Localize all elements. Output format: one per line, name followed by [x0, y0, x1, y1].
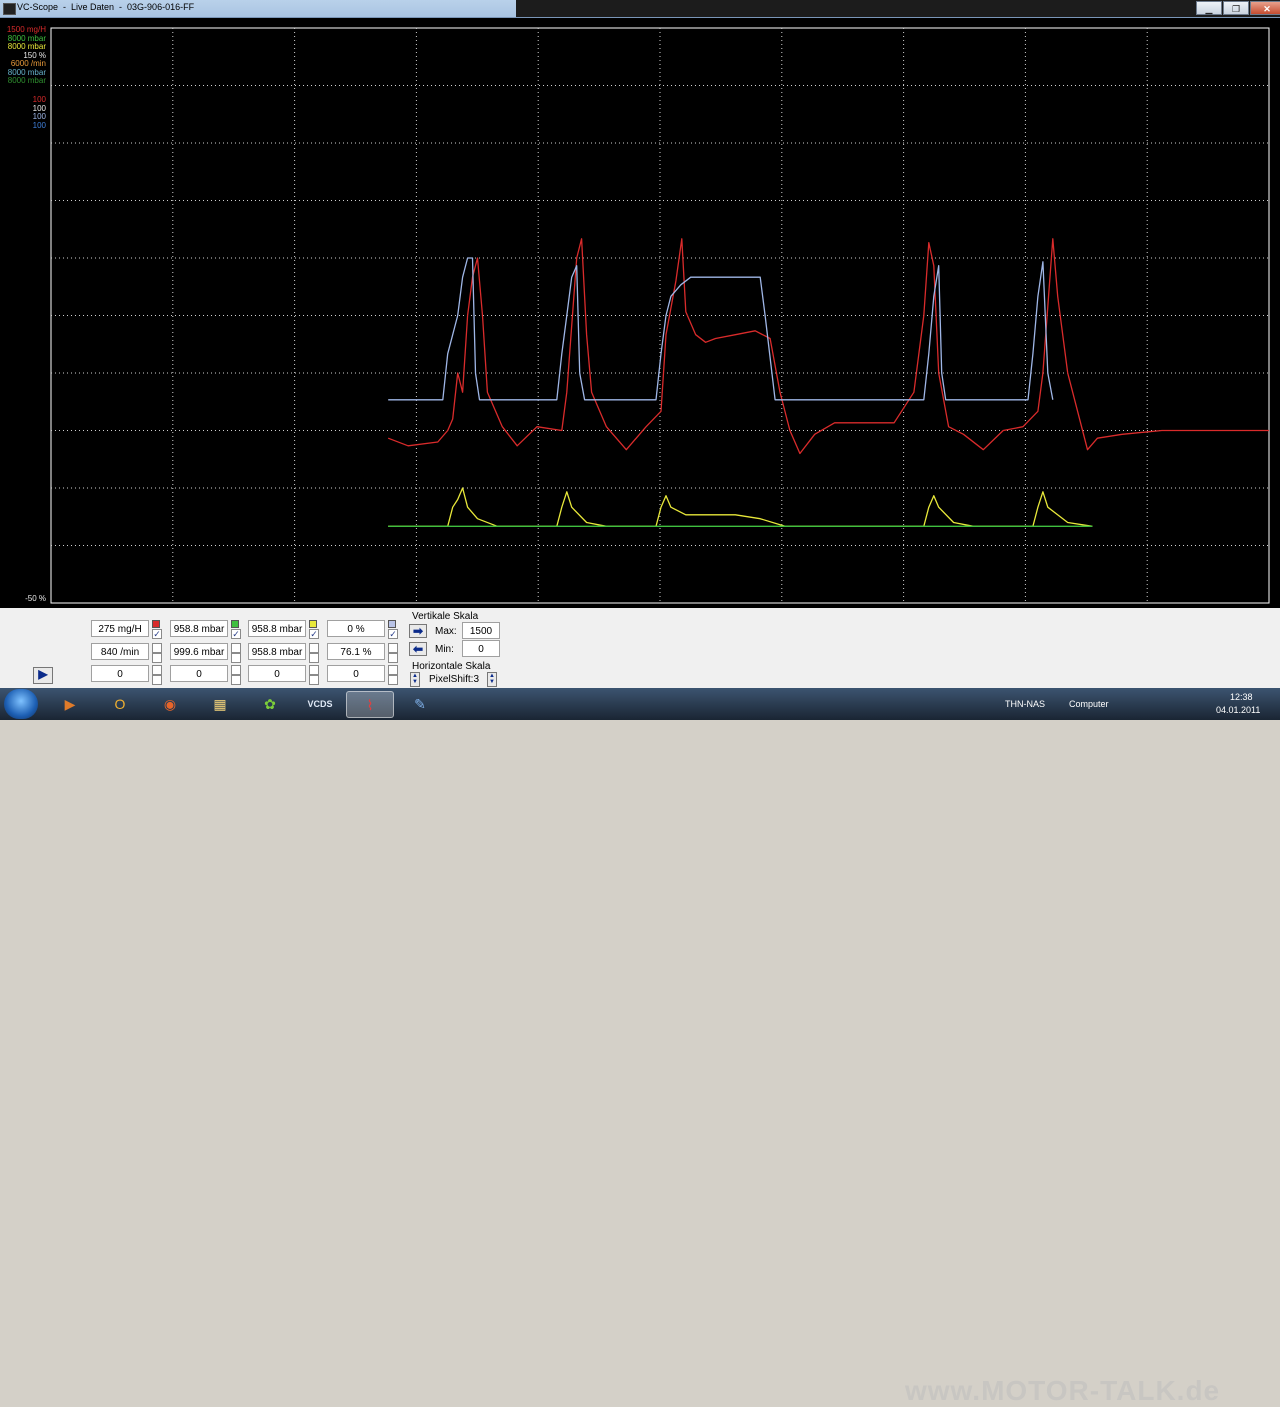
firefox-icon[interactable]: ◉	[146, 691, 194, 718]
icq-icon[interactable]: ✿	[246, 691, 294, 718]
series-checkbox[interactable]	[231, 665, 241, 675]
readout-field[interactable]: 0	[91, 665, 149, 682]
min-label: Min:	[435, 644, 454, 655]
series-color-swatch[interactable]	[309, 620, 317, 628]
scale-label: 8000 mbar	[7, 42, 46, 51]
title-bar: VC-Scope - Live Daten - 03G-906-016-FF ▁…	[0, 0, 1280, 18]
explorer-icon[interactable]: ▦	[196, 691, 244, 718]
series-checkbox[interactable]	[309, 665, 319, 675]
scale-left-button[interactable]: ⬅	[409, 642, 427, 656]
readout-field[interactable]: 999.6 mbar	[170, 643, 228, 660]
vcds-icon[interactable]: VCDS	[296, 691, 344, 718]
readout-field[interactable]: 0 %	[327, 620, 385, 637]
spin-down-icon: ▼	[412, 679, 418, 685]
series-line-0	[387, 238, 1269, 455]
pixelshift-label: PixelShift:3	[429, 674, 480, 685]
scale-label: 1500 mg/H	[6, 25, 46, 34]
series-checkbox[interactable]	[388, 653, 398, 663]
clock-time[interactable]: 12:38	[1230, 692, 1253, 702]
readout-field[interactable]: 0	[248, 665, 306, 682]
app-icon[interactable]	[3, 3, 16, 15]
max-label: Max:	[435, 626, 457, 637]
max-value-field[interactable]: 1500	[462, 622, 500, 639]
readout-field[interactable]: 0	[327, 665, 385, 682]
readout-field[interactable]: 958.8 mbar	[248, 643, 306, 660]
window-title: VC-Scope - Live Daten - 03G-906-016-FF	[17, 2, 195, 12]
scope-bottom-label: -50 %	[25, 594, 46, 603]
readout-field[interactable]: 840 /min	[91, 643, 149, 660]
series-checkbox[interactable]	[152, 643, 162, 653]
close-button[interactable]: ✕	[1250, 1, 1280, 15]
scale-label: 100	[32, 112, 46, 121]
watermark: www.MOTOR-TALK.de	[905, 1375, 1221, 1406]
scope-display[interactable]: 1500 mg/H 8000 mbar 8000 mbar 150 % 6000 /mi…	[0, 18, 1280, 608]
series-checkbox[interactable]: ✓	[152, 629, 162, 639]
clock-date[interactable]: 04.01.2011	[1216, 705, 1260, 715]
scope-chart	[50, 27, 1270, 604]
readout-field[interactable]: 76.1 %	[327, 643, 385, 660]
series-checkbox[interactable]	[231, 653, 241, 663]
maximize-button[interactable]: ❐	[1223, 1, 1249, 15]
media-player-icon[interactable]: ▶	[46, 691, 94, 718]
series-checkbox[interactable]: ✓	[388, 629, 398, 639]
series-color-swatch[interactable]	[231, 620, 239, 628]
minimize-button[interactable]: ▁	[1196, 1, 1222, 15]
series-checkbox[interactable]	[231, 643, 241, 653]
series-checkbox[interactable]	[152, 665, 162, 675]
play-button[interactable]: ▶	[33, 667, 53, 684]
min-value-field[interactable]: 0	[462, 640, 500, 657]
taskbar: www.MOTOR-TALK.de THN-NAS Computer 12:38…	[0, 688, 1280, 1406]
horizontal-scale-title: Horizontale Skala	[412, 661, 491, 672]
series-checkbox[interactable]	[388, 643, 398, 653]
series-line-2	[388, 487, 1093, 527]
series-checkbox[interactable]: ✓	[231, 629, 241, 639]
tray-host[interactable]: THN-NAS	[1005, 699, 1045, 709]
scale-label: 100	[32, 95, 46, 104]
title-bar-background	[516, 0, 1280, 17]
scale-label: 100	[32, 120, 46, 130]
spin-down-icon: ▼	[489, 679, 495, 685]
series-checkbox[interactable]: ✓	[309, 629, 319, 639]
pixelshift-right-spin[interactable]: ▲ ▼	[487, 672, 497, 687]
scale-right-button[interactable]: ➡	[409, 624, 427, 638]
readout-field[interactable]: 958.8 mbar	[248, 620, 306, 637]
readout-field[interactable]: 0	[170, 665, 228, 682]
series-checkbox[interactable]	[152, 675, 162, 685]
series-color-swatch[interactable]	[388, 620, 396, 628]
outlook-icon[interactable]: O	[96, 691, 144, 718]
vertical-scale-title: Vertikale Skala	[412, 611, 479, 622]
pixelshift-left-spin[interactable]: ▲ ▼	[410, 672, 420, 687]
scale-label: 8000 mbar	[7, 76, 46, 85]
scale-label: 6000 /min	[10, 59, 46, 68]
series-checkbox[interactable]	[309, 643, 319, 653]
series-checkbox[interactable]	[388, 665, 398, 675]
series-checkbox[interactable]	[388, 675, 398, 685]
series-checkbox[interactable]	[309, 675, 319, 685]
paint-icon[interactable]: ✎	[396, 691, 444, 718]
window-controls: ▁ ❐ ✕	[1196, 1, 1280, 15]
readout-field[interactable]: 958.8 mbar	[170, 620, 228, 637]
start-button[interactable]	[4, 689, 38, 719]
series-checkbox[interactable]	[152, 653, 162, 663]
tray-computer[interactable]: Computer	[1069, 699, 1109, 709]
readout-field[interactable]: 275 mg/H	[91, 620, 149, 637]
vc-scope-icon[interactable]: ⌇	[346, 691, 394, 718]
series-checkbox[interactable]	[309, 653, 319, 663]
series-checkbox[interactable]	[231, 675, 241, 685]
series-color-swatch[interactable]	[152, 620, 160, 628]
series-line-1	[388, 257, 1054, 401]
control-panel: ▶ Vertikale Skala ➡ Max: 1500 ⬅ Min: 0 H…	[0, 608, 1280, 688]
